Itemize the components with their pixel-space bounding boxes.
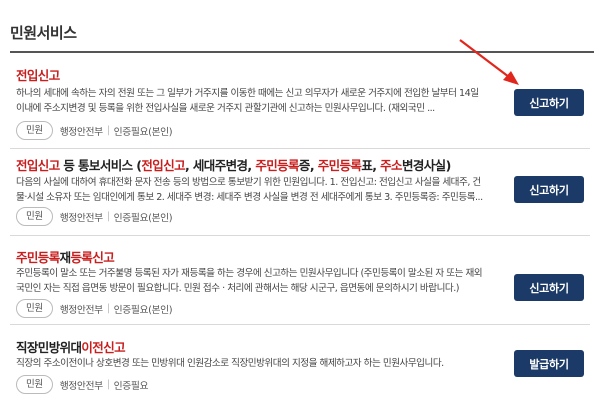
- agency-label: 행정안전부: [59, 126, 103, 138]
- service-meta: 민원 행정안전부 | 인증필요(본인): [16, 207, 173, 226]
- agency-label: 행정안전부: [59, 380, 103, 392]
- auth-label: 인증필요(본인): [113, 304, 173, 316]
- agency-label: 행정안전부: [59, 212, 103, 224]
- title-text: , 세대주변경,: [185, 158, 256, 173]
- auth-label: 인증필요(본인): [113, 212, 173, 224]
- title-highlight: 주소: [380, 158, 402, 173]
- service-title[interactable]: 주민등록재등록신고: [16, 247, 115, 266]
- category-tag: 민원: [16, 299, 53, 318]
- title-highlight: 전입신고: [16, 68, 60, 83]
- service-description: 주민등록이 말소 또는 거주불명 등록된 자가 재등록을 하는 경우에 신고하는…: [16, 268, 483, 294]
- report-button[interactable]: 신고하기: [514, 89, 584, 116]
- auth-label: 인증필요(본인): [113, 126, 173, 138]
- title-highlight: 전입신고: [141, 158, 185, 173]
- category-tag: 민원: [16, 375, 53, 394]
- service-title[interactable]: 전입신고 등 통보서비스 (전입신고, 세대주변경, 주민등록증, 주민등록표,…: [16, 155, 451, 174]
- title-highlight: 주민등록: [317, 158, 362, 173]
- report-button[interactable]: 신고하기: [514, 176, 584, 203]
- meta-separator: |: [106, 125, 110, 136]
- title-text: 변경사실): [401, 158, 451, 173]
- title-highlight: 주민등록: [255, 158, 299, 173]
- title-highlight: 주민등록: [16, 250, 60, 265]
- title-text: 증,: [298, 158, 318, 173]
- title-text: 재: [59, 250, 72, 265]
- service-description: 다음의 사실에 대하여 휴대전화 문자 전송 등의 방법으로 통보받기 위한 민…: [16, 177, 483, 203]
- service-description: 하나의 세대에 속하는 자의 전원 또는 그 일부가 거주지를 이동한 때에는 …: [16, 88, 479, 114]
- report-button[interactable]: 신고하기: [514, 274, 584, 301]
- service-title[interactable]: 전입신고: [16, 65, 60, 84]
- list-item: 직장민방위대이전신고 직장의 주소이전이나 상호변경 또는 민방위대 인원감소로…: [10, 324, 590, 412]
- service-meta: 민원 행정안전부 | 인증필요: [16, 375, 149, 394]
- section-title: 민원서비스: [10, 24, 77, 42]
- title-highlight: 전입신고: [16, 158, 60, 173]
- category-tag: 민원: [16, 121, 53, 140]
- service-title[interactable]: 직장민방위대이전신고: [16, 337, 126, 356]
- meta-separator: |: [106, 303, 110, 314]
- title-highlight: 등록신고: [70, 250, 115, 265]
- list-item: 주민등록재등록신고 주민등록이 말소 또는 거주불명 등록된 자가 재등록을 하…: [10, 235, 590, 325]
- title-text: 표,: [361, 158, 381, 173]
- title-highlight: 이전신고: [81, 340, 126, 355]
- service-description: 직장의 주소이전이나 상호변경 또는 민방위대 인원감소로 직장민방위대의 지정…: [16, 358, 444, 369]
- title-text: 직장민방위대: [16, 340, 82, 355]
- meta-separator: |: [106, 211, 110, 222]
- title-text: 등 통보서비스 (: [59, 158, 142, 173]
- issue-button[interactable]: 발급하기: [514, 350, 584, 377]
- meta-separator: |: [106, 379, 110, 390]
- service-meta: 민원 행정안전부 | 인증필요(본인): [16, 121, 173, 140]
- list-item: 전입신고 등 통보서비스 (전입신고, 세대주변경, 주민등록증, 주민등록표,…: [10, 148, 590, 236]
- service-meta: 민원 행정안전부 | 인증필요(본인): [16, 299, 173, 318]
- auth-label: 인증필요: [113, 380, 149, 392]
- category-tag: 민원: [16, 207, 53, 226]
- agency-label: 행정안전부: [59, 304, 103, 316]
- list-item: 전입신고 하나의 세대에 속하는 자의 전원 또는 그 일부가 거주지를 이동한…: [10, 53, 590, 149]
